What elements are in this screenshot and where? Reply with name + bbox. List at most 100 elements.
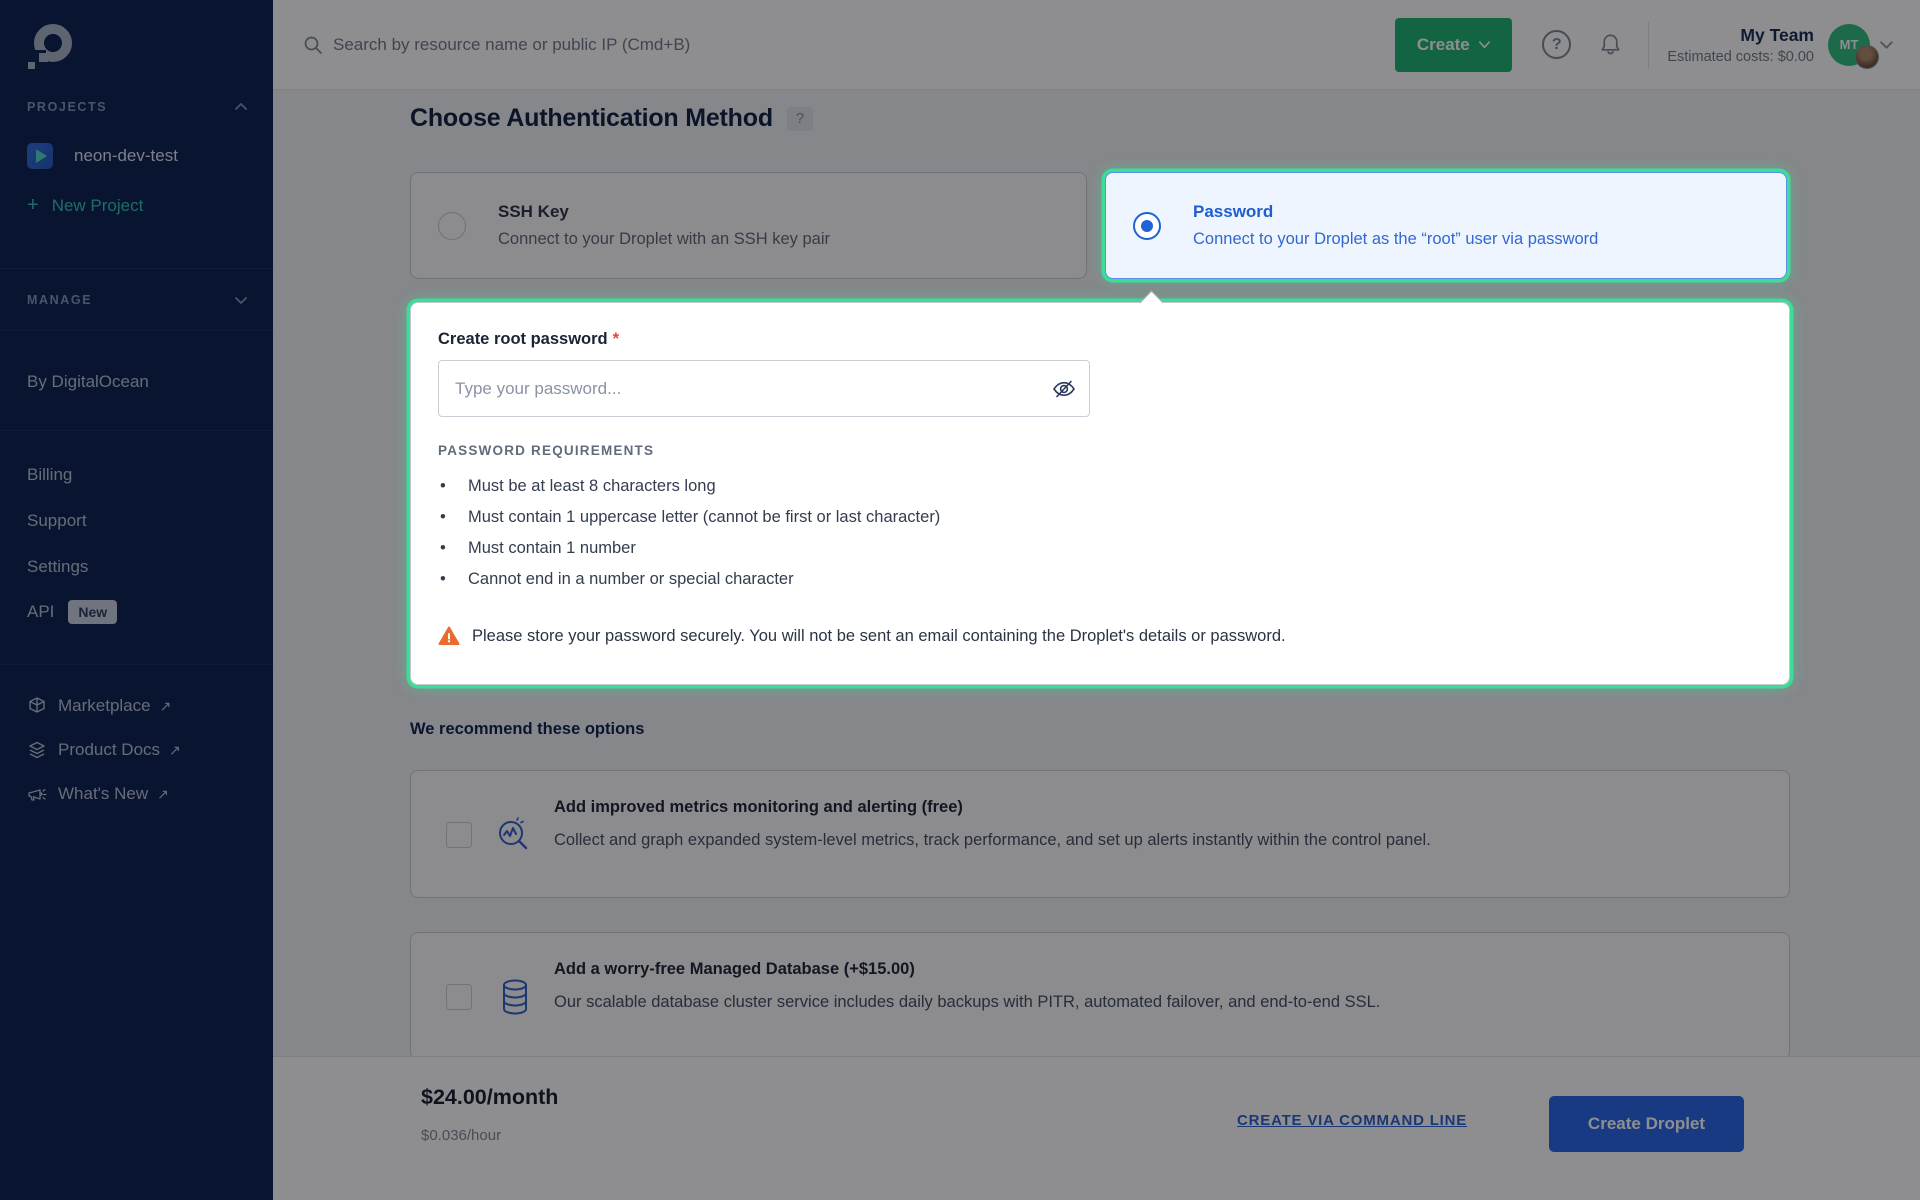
managed-database-option-title: Add a worry-free Managed Database (+$15.…: [554, 960, 915, 979]
password-input-wrap: [438, 360, 1090, 417]
monitoring-option-card[interactable]: Add improved metrics monitoring and aler…: [410, 770, 1790, 898]
divider: [1648, 22, 1649, 68]
password-radio[interactable]: [1133, 212, 1161, 240]
password-label: Create root password *: [438, 330, 619, 349]
sidebar: PROJECTS neon-dev-test + New Project MAN…: [0, 0, 273, 1200]
heading-help-icon[interactable]: ?: [787, 107, 813, 131]
chevron-down-icon[interactable]: [234, 293, 248, 307]
password-panel: Create root password * PASSWORD REQUIREME…: [410, 302, 1790, 685]
ssh-option-desc: Connect to your Droplet with an SSH key …: [498, 230, 830, 249]
recommend-heading: We recommend these options: [410, 720, 644, 739]
managed-database-checkbox[interactable]: [446, 984, 472, 1010]
logo-square: [39, 53, 48, 62]
manage-section-header: MANAGE: [27, 293, 92, 307]
password-option[interactable]: Password Connect to your Droplet as the …: [1105, 172, 1787, 279]
hourly-price: $0.036/hour: [421, 1127, 501, 1144]
project-triangle: [36, 149, 47, 163]
create-via-command-line-link[interactable]: CREATE VIA COMMAND LINE: [1237, 1112, 1467, 1129]
metrics-monitoring-icon: [493, 813, 537, 857]
create-button[interactable]: Create: [1395, 18, 1512, 72]
team-name: My Team: [1667, 25, 1814, 46]
chevron-down-icon: [1879, 37, 1894, 52]
divider: [0, 330, 273, 331]
warning-text: Please store your password securely. You…: [472, 627, 1286, 646]
sidebar-item-project[interactable]: neon-dev-test: [27, 143, 178, 169]
project-icon: [27, 143, 53, 169]
plus-icon: +: [27, 194, 39, 217]
by-digitalocean-label: By DigitalOcean: [27, 372, 149, 392]
password-label-text: Create root password: [438, 330, 608, 348]
estimated-costs: Estimated costs: $0.00: [1667, 49, 1814, 65]
footer: $24.00/month $0.036/hour CREATE VIA COMM…: [273, 1056, 1920, 1200]
password-warning: Please store your password securely. You…: [438, 625, 1286, 647]
product-docs-label: Product Docs: [58, 740, 160, 760]
cube-icon: [27, 696, 47, 716]
search-icon: [303, 35, 323, 55]
toggle-password-visibility-button[interactable]: [1050, 375, 1078, 403]
page-title: Choose Authentication Method: [410, 104, 773, 133]
password-option-text: Password Connect to your Droplet as the …: [1193, 202, 1598, 249]
projects-section-header: PROJECTS: [27, 100, 107, 114]
required-asterisk: *: [613, 330, 619, 348]
sidebar-link-whats-new[interactable]: What's New ↗: [27, 784, 169, 804]
password-option-desc: Connect to your Droplet as the “root” us…: [1193, 230, 1598, 249]
requirement-item: Must be at least 8 characters long: [438, 471, 940, 502]
sidebar-item-settings[interactable]: Settings: [27, 557, 88, 577]
api-label: API: [27, 602, 54, 622]
topbar: Create ? My Team Estimated costs: $0.00 …: [273, 0, 1920, 90]
password-option-title: Password: [1193, 202, 1598, 222]
eye-slash-icon: [1050, 375, 1078, 403]
managed-database-option-desc: Our scalable database cluster service in…: [554, 993, 1380, 1012]
divider: [0, 664, 273, 665]
monitoring-checkbox[interactable]: [446, 822, 472, 848]
sidebar-item-billing[interactable]: Billing: [27, 465, 72, 485]
help-icon[interactable]: ?: [1542, 30, 1571, 59]
project-name: neon-dev-test: [74, 146, 178, 166]
chevron-up-icon[interactable]: [234, 100, 248, 114]
ssh-option-text: SSH Key Connect to your Droplet with an …: [498, 202, 830, 249]
billing-label: Billing: [27, 465, 72, 485]
password-requirements-header: PASSWORD REQUIREMENTS: [438, 443, 654, 458]
managed-database-option-card[interactable]: Add a worry-free Managed Database (+$15.…: [410, 932, 1790, 1056]
password-requirements-list: Must be at least 8 characters long Must …: [438, 471, 940, 595]
notification-bell-icon[interactable]: [1597, 31, 1624, 58]
divider: [0, 268, 273, 269]
create-droplet-button[interactable]: Create Droplet: [1549, 1096, 1744, 1152]
sidebar-item-by-digitalocean[interactable]: By DigitalOcean: [27, 372, 149, 392]
password-input[interactable]: [438, 360, 1090, 417]
requirement-item: Must contain 1 number: [438, 533, 940, 564]
monitoring-option-title: Add improved metrics monitoring and aler…: [554, 798, 963, 817]
ssh-key-option[interactable]: SSH Key Connect to your Droplet with an …: [410, 172, 1087, 279]
sidebar-item-api[interactable]: API New: [27, 600, 117, 624]
marketplace-label: Marketplace: [58, 696, 151, 716]
digitalocean-logo-icon[interactable]: [26, 24, 74, 72]
settings-label: Settings: [27, 557, 88, 577]
search-input[interactable]: [333, 35, 893, 55]
requirement-item: Cannot end in a number or special charac…: [438, 564, 940, 595]
chevron-down-icon: [1478, 38, 1491, 51]
megaphone-icon: [27, 784, 47, 804]
panel-caret: [1139, 290, 1163, 314]
new-project-button[interactable]: + New Project: [27, 194, 143, 217]
monthly-price: $24.00/month: [421, 1085, 558, 1110]
requirement-item: Must contain 1 uppercase letter (cannot …: [438, 502, 940, 533]
create-button-label: Create: [1417, 35, 1470, 55]
warning-icon: [438, 625, 460, 647]
support-label: Support: [27, 511, 87, 531]
main-content: Choose Authentication Method ? SSH Key C…: [273, 90, 1920, 1056]
whats-new-label: What's New: [58, 784, 148, 804]
sidebar-link-marketplace[interactable]: Marketplace ↗: [27, 696, 171, 716]
sidebar-item-support[interactable]: Support: [27, 511, 87, 531]
account-menu[interactable]: MT: [1828, 21, 1894, 69]
page-heading: Choose Authentication Method ?: [410, 104, 813, 133]
monitoring-option-desc: Collect and graph expanded system-level …: [554, 831, 1431, 850]
new-project-label: New Project: [52, 196, 144, 216]
new-badge: New: [68, 600, 117, 624]
search-bar[interactable]: [303, 35, 1395, 55]
divider: [0, 430, 273, 431]
sidebar-link-product-docs[interactable]: Product Docs ↗: [27, 740, 181, 760]
ssh-radio[interactable]: [438, 212, 466, 240]
external-link-icon: ↗: [157, 786, 169, 803]
team-menu[interactable]: My Team Estimated costs: $0.00: [1667, 25, 1814, 65]
ssh-option-title: SSH Key: [498, 202, 830, 222]
